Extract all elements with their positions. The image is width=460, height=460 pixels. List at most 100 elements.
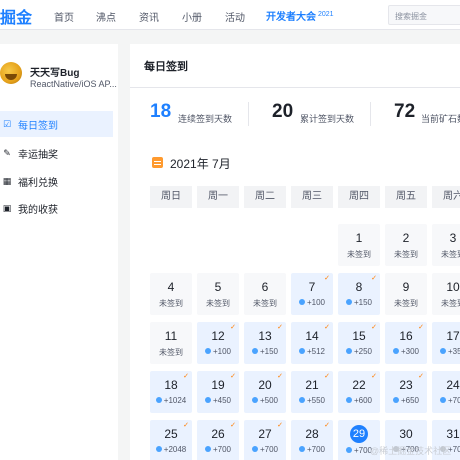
checkin-icon: ☑ — [2, 118, 12, 129]
calendar-day-14[interactable]: 14 +512 ✓ — [291, 322, 333, 364]
unsigned-label: 未签到 — [338, 249, 380, 260]
day-number: 9 — [402, 280, 410, 294]
ore-count-label: 当前矿石数 — [421, 114, 460, 124]
sidebar-item-exchange[interactable]: ▦ 福利兑换 — [0, 168, 113, 194]
ore-reward: +350 — [432, 347, 460, 356]
user-name[interactable]: 天天写Bug — [30, 64, 79, 79]
calendar-day-26[interactable]: 26 +700 ✓ — [197, 420, 239, 460]
unsigned-label: 未签到 — [197, 298, 239, 309]
day-number: 12 — [211, 329, 225, 343]
nav-item-pins[interactable]: 沸点 — [96, 9, 116, 24]
ore-icon — [392, 348, 399, 354]
calendar-day-20[interactable]: 20 +500 ✓ — [244, 371, 286, 413]
unsigned-label: 未签到 — [432, 249, 460, 260]
day-sub-text: +150 — [259, 347, 279, 356]
checked-icon: ✓ — [277, 422, 283, 429]
calendar-day-15[interactable]: 15 +250 ✓ — [338, 322, 380, 364]
nav-item-home[interactable]: 首页 — [54, 9, 74, 24]
calendar-day-16[interactable]: 16 +300 ✓ — [385, 322, 427, 364]
day-number: 13 — [258, 329, 272, 343]
page-title: 每日签到 — [144, 61, 188, 73]
calendar-day-19[interactable]: 19 +450 ✓ — [197, 371, 239, 413]
calendar-day-21[interactable]: 21 +550 ✓ — [291, 371, 333, 413]
day-sub-text: +700 — [212, 445, 232, 454]
nav-item-news[interactable]: 资讯 — [139, 9, 159, 24]
day-number: 17 — [446, 329, 460, 343]
search-input[interactable]: 搜索掘金 — [388, 5, 460, 25]
title-divider — [130, 87, 460, 88]
calendar-day-12[interactable]: 12 +100 ✓ — [197, 322, 239, 364]
day-number: 27 — [258, 427, 272, 441]
weekday-label: 周三 — [291, 186, 333, 208]
calendar-day-25[interactable]: 25 +2048 ✓ — [150, 420, 192, 460]
sidebar-item-gifts[interactable]: ▣ 我的收获 — [0, 195, 113, 221]
avatar[interactable] — [0, 62, 22, 84]
calendar-day-9[interactable]: 9 未签到 — [385, 273, 427, 315]
day-sub-text: +1024 — [163, 396, 187, 405]
nav-item-events[interactable]: 活动 — [225, 9, 245, 24]
checkin-panel: 每日签到 18 连续签到天数 20 累计签到天数 72 当前矿石数 2021年 … — [130, 44, 460, 460]
day-sub-text: 未签到 — [441, 299, 460, 308]
ore-count-value: 72 — [394, 101, 416, 122]
checked-icon: ✓ — [418, 324, 424, 331]
juejin-logo[interactable]: 掘金 — [0, 4, 32, 28]
day-sub-text: +550 — [306, 396, 326, 405]
weekday-label: 周日 — [150, 186, 192, 208]
calendar-day-5[interactable]: 5 未签到 — [197, 273, 239, 315]
day-sub-text: +150 — [353, 298, 373, 307]
calendar-day-18[interactable]: 18 +1024 ✓ — [150, 371, 192, 413]
weekday-label: 周五 — [385, 186, 427, 208]
calendar-day-6[interactable]: 6 未签到 — [244, 273, 286, 315]
checked-icon: ✓ — [324, 275, 330, 282]
calendar-day-10[interactable]: 10 未签到 — [432, 273, 460, 315]
ore-reward: +512 — [291, 347, 333, 356]
day-sub-text: 未签到 — [347, 250, 371, 259]
nav-item-books[interactable]: 小册 — [182, 9, 202, 24]
calendar-day-23[interactable]: 23 +650 ✓ — [385, 371, 427, 413]
day-number: 24 — [446, 378, 460, 392]
calendar-day-4[interactable]: 4 未签到 — [150, 273, 192, 315]
ore-reward: +100 — [291, 298, 333, 307]
checked-icon: ✓ — [277, 324, 283, 331]
day-sub-text: +350 — [447, 347, 460, 356]
checked-icon: ✓ — [324, 324, 330, 331]
calendar-day-3[interactable]: 3 未签到 — [432, 224, 460, 266]
ore-icon — [204, 397, 211, 403]
unsigned-label: 未签到 — [432, 298, 460, 309]
day-number: 15 — [352, 329, 366, 343]
day-number: 21 — [305, 378, 319, 392]
checked-icon: ✓ — [230, 422, 236, 429]
ore-icon — [155, 446, 162, 452]
ore-icon — [439, 397, 446, 403]
dev-conf-label: 开发者大会 — [266, 12, 316, 23]
sidebar-item-checkin[interactable]: ☑ 每日签到 — [0, 111, 113, 137]
day-number: 31 — [446, 427, 460, 441]
ore-reward: +700 — [244, 445, 286, 454]
ore-reward: +500 — [244, 396, 286, 405]
ore-reward: +600 — [338, 396, 380, 405]
sidebar-item-lottery[interactable]: ✎ 幸运抽奖 — [0, 140, 113, 166]
sidebar-item-label: 我的收获 — [18, 204, 58, 216]
calendar-day-27[interactable]: 27 +700 ✓ — [244, 420, 286, 460]
ore-reward: +2048 — [150, 445, 192, 454]
calendar-day-22[interactable]: 22 +600 ✓ — [338, 371, 380, 413]
calendar-day-17[interactable]: 17+350✓ — [432, 322, 460, 364]
dev-conference-link[interactable]: 开发者大会 2021 — [266, 8, 334, 23]
day-sub-text: +300 — [400, 347, 420, 356]
stat-divider — [370, 102, 371, 126]
calendar-day-13[interactable]: 13 +150 ✓ — [244, 322, 286, 364]
calendar-day-28[interactable]: 28 +700 ✓ — [291, 420, 333, 460]
sidebar-item-label: 每日签到 — [18, 120, 58, 132]
calendar-day-8[interactable]: 8 +150 ✓ — [338, 273, 380, 315]
checked-icon: ✓ — [277, 373, 283, 380]
ore-reward: +300 — [385, 347, 427, 356]
calendar-day-24[interactable]: 24+700✓ — [432, 371, 460, 413]
checked-icon: ✓ — [183, 373, 189, 380]
calendar-title: 2021年 7月 — [170, 157, 231, 171]
calendar-day-7[interactable]: 7 +100 ✓ — [291, 273, 333, 315]
calendar-day-1[interactable]: 1 未签到 — [338, 224, 380, 266]
day-sub-text: 未签到 — [253, 299, 277, 308]
lottery-icon: ✎ — [3, 147, 11, 158]
calendar-day-11[interactable]: 11 未签到 — [150, 322, 192, 364]
calendar-day-2[interactable]: 2 未签到 — [385, 224, 427, 266]
